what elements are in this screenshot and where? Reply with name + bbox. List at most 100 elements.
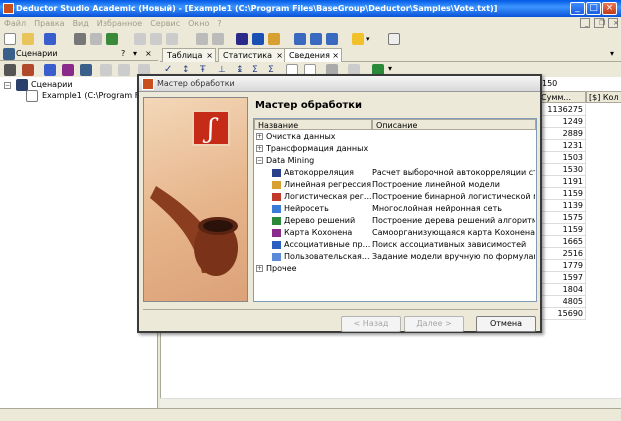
grid-cell[interactable]: 1231 [538, 140, 586, 152]
grid-cell[interactable]: 1191 [538, 176, 586, 188]
processing-list: Название Описание + Очистка данных + Тра… [253, 118, 537, 302]
collapse-icon[interactable]: − [4, 82, 11, 89]
grid-cell[interactable]: 1665 [538, 236, 586, 248]
horizontal-scrollbar[interactable] [160, 398, 621, 408]
list-group-data-mining[interactable]: − Data Mining [254, 155, 536, 167]
list-item-neural-network[interactable]: Нейросеть Многослойная нейронная сеть [254, 203, 536, 215]
tab-close-icon[interactable]: × [276, 49, 283, 62]
add-node-icon[interactable] [4, 64, 16, 76]
open-folder-icon[interactable] [22, 33, 34, 45]
grid-cell[interactable]: 1804 [538, 284, 586, 296]
grid-cell[interactable]: 1136275 [538, 104, 586, 116]
expand-icon[interactable]: + [256, 145, 263, 152]
grid-cell[interactable]: 1530 [538, 164, 586, 176]
grid-cell[interactable]: 2516 [538, 248, 586, 260]
list-group-other[interactable]: + Прочее [254, 263, 536, 275]
grid-cell[interactable]: 1159 [538, 188, 586, 200]
tab-table[interactable]: Таблица × [162, 48, 216, 62]
find-next-icon[interactable] [212, 33, 224, 45]
list-item-logistic-regression[interactable]: Логистическая рег... Построение бинарной… [254, 191, 536, 203]
list-group-transformation[interactable]: + Трансформация данных [254, 143, 536, 155]
tab-close-icon[interactable]: × [206, 49, 213, 62]
column-header-sum[interactable]: Сумм... [538, 91, 586, 103]
help-icon[interactable] [388, 33, 400, 45]
visualize-icon[interactable] [62, 64, 74, 76]
menu-edit[interactable]: Правка [30, 17, 68, 30]
dropdown-arrow-icon[interactable]: ▾ [366, 33, 373, 45]
tab-bar: Таблица × Статистика × Сведения × ▾ [160, 47, 621, 62]
mdi-restore-button[interactable]: ❐ [594, 18, 605, 28]
move-down-icon[interactable] [118, 64, 130, 76]
linear-regression-icon [272, 181, 281, 189]
expand-icon[interactable]: + [256, 265, 263, 272]
list-header-name[interactable]: Название [254, 119, 372, 130]
list-item-autocorrelation[interactable]: Автокорреляция Расчет выборочной автокор… [254, 167, 536, 179]
list-group-cleaning[interactable]: + Очистка данных [254, 131, 536, 143]
grid-cell[interactable]: 2889 [538, 128, 586, 140]
list-item-linear-regression[interactable]: Линейная регрессия Построение линейной м… [254, 179, 536, 191]
maximize-button[interactable]: □ [586, 2, 601, 15]
print-icon[interactable] [74, 33, 86, 45]
cut-icon[interactable] [134, 33, 146, 45]
minimize-button[interactable]: _ [570, 2, 585, 15]
copy-icon[interactable] [150, 33, 162, 45]
paste-icon[interactable] [166, 33, 178, 45]
tab-close-icon[interactable]: × [332, 49, 339, 62]
panel-help-button[interactable]: ? [121, 47, 125, 61]
grid-cell[interactable]: 1503 [538, 152, 586, 164]
mdi-minimize-button[interactable]: _ [580, 18, 590, 28]
wizard-process-icon[interactable] [252, 33, 264, 45]
next-button[interactable]: Далее > [404, 316, 464, 332]
wizard-export-icon[interactable] [268, 33, 280, 45]
panels-icon[interactable] [326, 33, 338, 45]
grid-cell[interactable]: 1249 [538, 116, 586, 128]
menu-help[interactable]: ? [213, 17, 225, 30]
collapse-icon[interactable]: − [256, 157, 263, 164]
save-icon[interactable] [44, 33, 56, 45]
expand-icon[interactable]: + [256, 133, 263, 140]
list-header-description[interactable]: Описание [372, 119, 536, 130]
refresh-icon[interactable] [106, 33, 118, 45]
grid-cell[interactable]: 1597 [538, 272, 586, 284]
grid-cell[interactable]: 1139 [538, 200, 586, 212]
back-button[interactable]: < Назад [341, 316, 401, 332]
menu-view[interactable]: Вид [69, 17, 93, 30]
menu-service[interactable]: Сервис [146, 17, 184, 30]
main-toolbar: ▾ [0, 31, 621, 47]
print-preview-icon[interactable] [90, 33, 102, 45]
find-icon[interactable] [196, 33, 208, 45]
grid-cell[interactable]: 1575 [538, 212, 586, 224]
window-title-bar: Deductor Studio Academic (Новый) - [Exam… [0, 0, 621, 17]
tab-statistics[interactable]: Статистика × [218, 48, 286, 62]
mdi-close-button[interactable]: × [608, 18, 619, 28]
list-item-association-rules[interactable]: Ассоциативные пр... Поиск ассоциативных … [254, 239, 536, 251]
layout-icon[interactable] [294, 33, 306, 45]
favorites-star-icon[interactable] [352, 33, 364, 45]
menu-favorites[interactable]: Избранное [93, 17, 146, 30]
panel-close-icon[interactable]: × [145, 47, 152, 61]
grid-cell[interactable]: 4805 [538, 296, 586, 308]
cancel-button[interactable]: Отмена [476, 316, 536, 332]
list-item-decision-tree[interactable]: Дерево решений Построение дерева решений… [254, 215, 536, 227]
tab-info[interactable]: Сведения × [284, 48, 342, 62]
grid-view-icon[interactable] [310, 33, 322, 45]
column-header-count[interactable]: [$] Кол [586, 91, 621, 103]
wizard-import-icon[interactable] [236, 33, 248, 45]
panel-dropdown-icon[interactable]: ▾ [133, 47, 137, 61]
menu-file[interactable]: Файл [0, 17, 30, 30]
menu-window[interactable]: Окно [184, 17, 213, 30]
import-icon[interactable] [22, 64, 34, 76]
group-label: Очистка данных [266, 132, 336, 141]
grid-cell[interactable]: 1159 [538, 224, 586, 236]
close-button[interactable]: × [602, 2, 617, 15]
new-icon[interactable] [4, 33, 16, 45]
grid-cell[interactable]: 15690 [538, 308, 586, 320]
export-icon[interactable] [80, 64, 92, 76]
tabs-dropdown-icon[interactable]: ▾ [610, 49, 614, 58]
grid-cell[interactable]: 1779 [538, 260, 586, 272]
process-icon[interactable] [44, 64, 56, 76]
move-up-icon[interactable] [100, 64, 112, 76]
export-dropdown-icon[interactable]: ▾ [388, 64, 392, 73]
list-item-kohonen-map[interactable]: Карта Кохонена Самоорганизующаяся карта … [254, 227, 536, 239]
list-item-user-model[interactable]: Пользовательская... Задание модели вручн… [254, 251, 536, 263]
